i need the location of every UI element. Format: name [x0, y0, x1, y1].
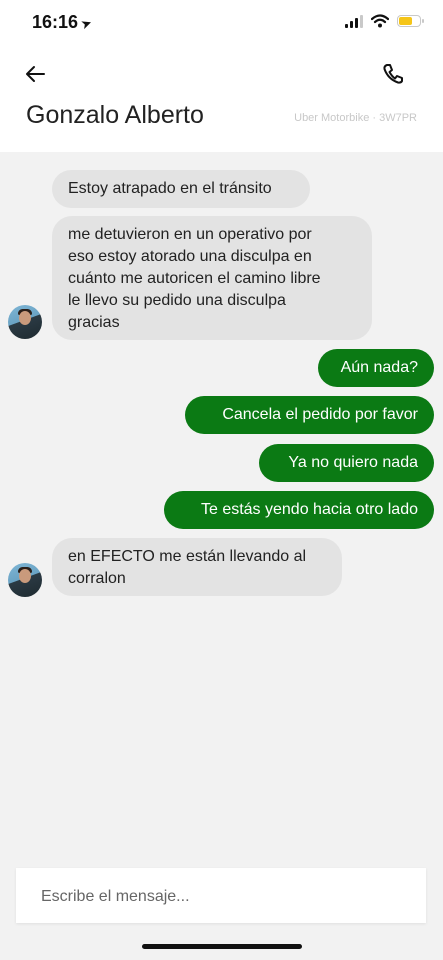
trip-info: Uber Motorbike · 3W7PR — [294, 112, 417, 124]
contact-avatar — [8, 563, 42, 597]
message-outgoing: Cancela el pedido por favor — [185, 396, 434, 434]
message-incoming: me detuvieron en un operativo por eso es… — [52, 216, 372, 340]
contact-avatar — [8, 305, 42, 339]
message-outgoing: Te estás yendo hacia otro lado — [164, 491, 434, 529]
message-incoming: en EFECTO me están llevando al corralon — [52, 538, 342, 596]
location-arrow-icon: ➤ — [78, 14, 95, 33]
home-indicator[interactable] — [142, 944, 302, 949]
message-incoming: Estoy atrapado en el tránsito — [52, 170, 310, 208]
message-outgoing: Ya no quiero nada — [259, 444, 434, 482]
time-label: 16:16 — [32, 12, 79, 32]
message-outgoing: Aún nada? — [318, 349, 434, 387]
contact-name: Gonzalo Alberto — [26, 101, 204, 129]
message-input[interactable] — [39, 868, 413, 925]
battery-icon — [397, 15, 424, 27]
status-bar-time: 16:16➤ — [32, 12, 95, 33]
phone-call-icon[interactable] — [379, 60, 407, 88]
chat-area[interactable]: Estoy atrapado en el tránsito me detuvie… — [0, 152, 443, 862]
wifi-icon — [371, 14, 389, 28]
back-arrow-icon[interactable] — [22, 60, 50, 88]
signal-icon — [345, 14, 363, 28]
status-icons — [345, 14, 424, 28]
top-bar: 16:16➤ Gonzalo Alberto Uber Motorbike · … — [0, 0, 443, 152]
message-composer — [16, 868, 426, 925]
